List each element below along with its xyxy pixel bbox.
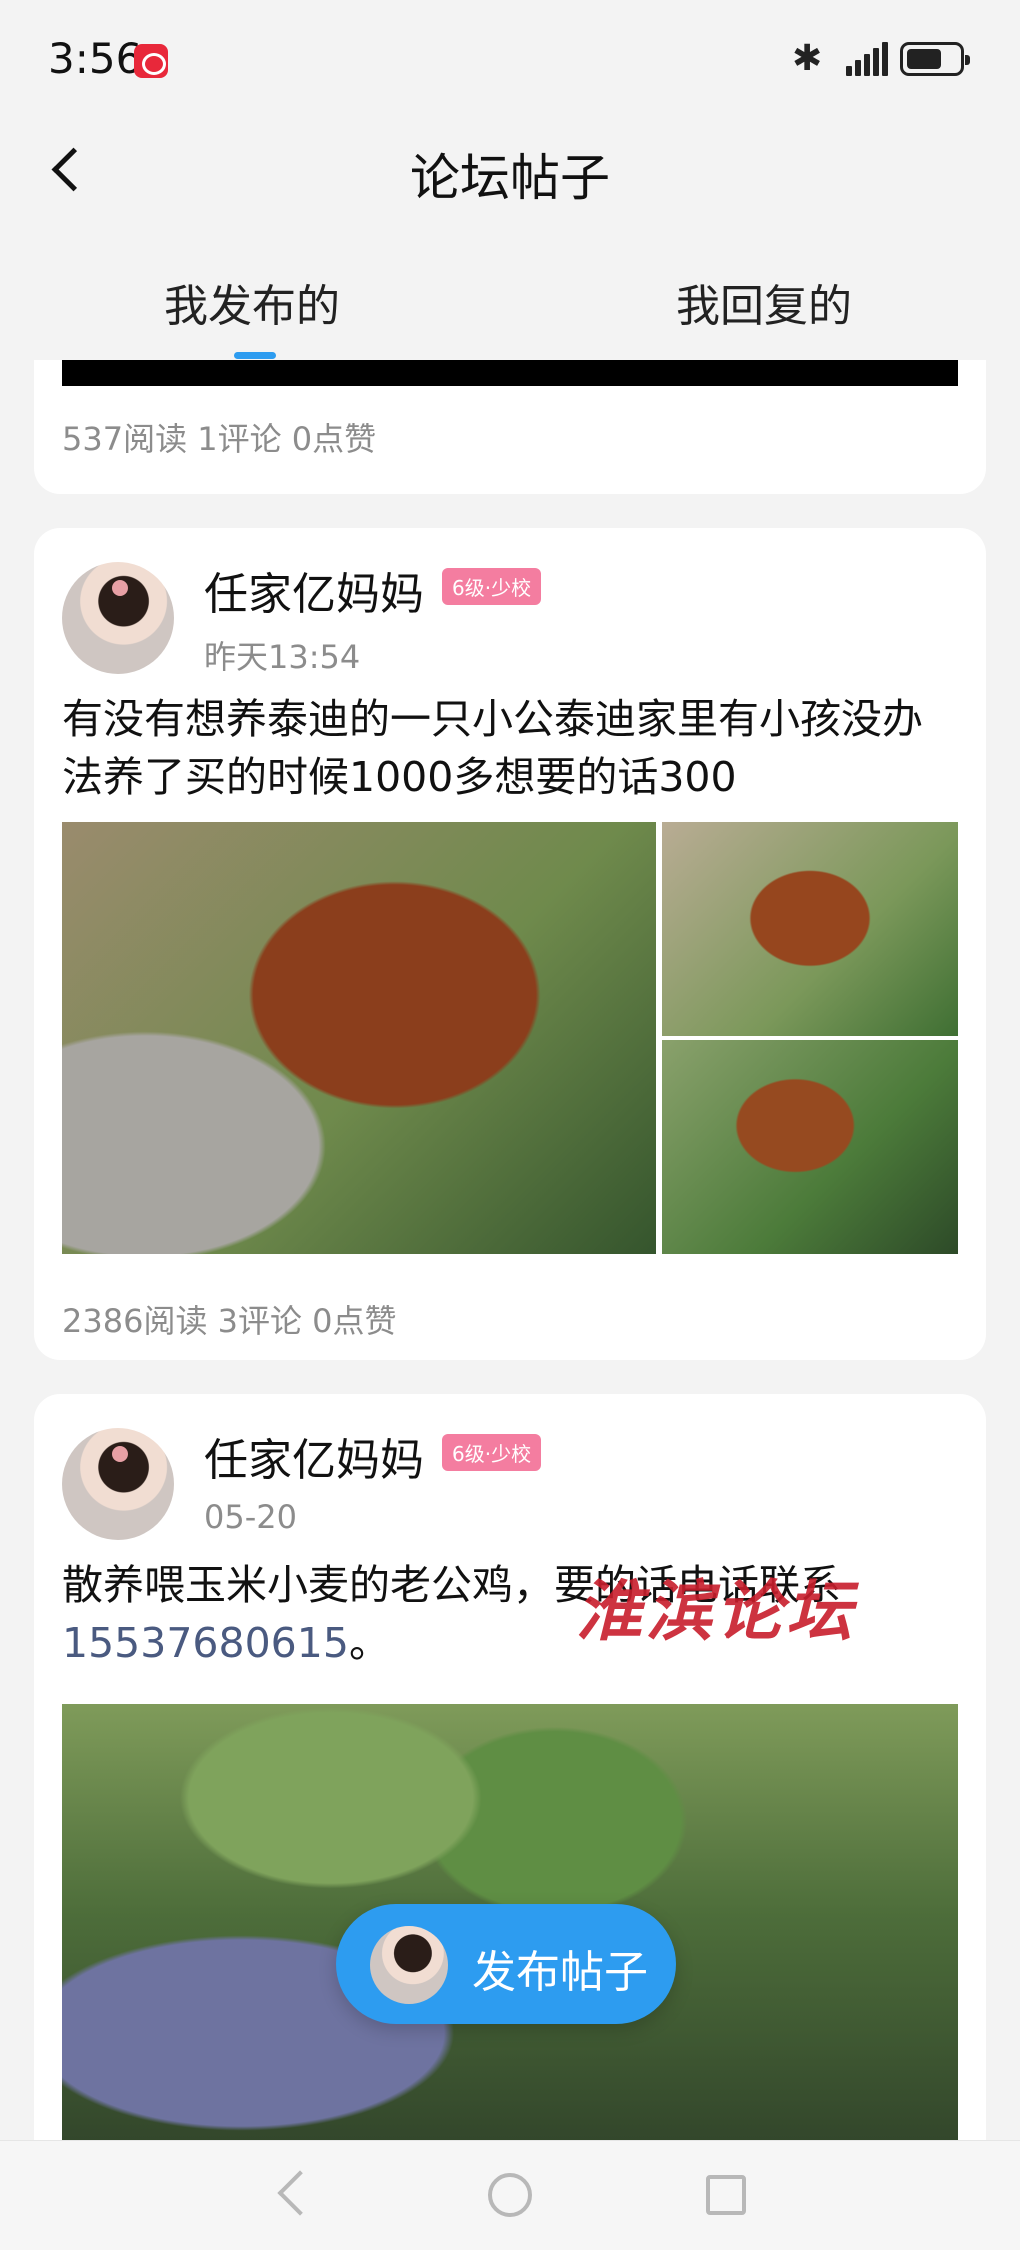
avatar [370, 1926, 448, 2004]
post-card[interactable]: 任家亿妈妈 6级·少校 昨天13:54 有没有想养泰迪的一只小公泰迪家里有小孩没… [34, 528, 986, 1360]
user-name[interactable]: 任家亿妈妈 [204, 558, 424, 622]
post-date: 昨天13:54 [204, 638, 361, 676]
post-stats: 2386阅读 3评论 0点赞 [62, 1302, 397, 1340]
tab-my-posts[interactable]: 我发布的 [164, 270, 340, 334]
system-back-icon[interactable] [270, 2171, 318, 2219]
avatar[interactable] [62, 562, 174, 674]
post-card[interactable]: 537阅读 1评论 0点赞 [34, 360, 986, 494]
phone-link[interactable]: 15537680615 [62, 1619, 349, 1667]
app-notification-icon [134, 44, 168, 78]
post-image[interactable] [662, 1040, 958, 1254]
post-image[interactable] [662, 822, 958, 1036]
battery-icon [900, 42, 970, 76]
system-home-icon[interactable] [488, 2173, 532, 2217]
publish-post-label: 发布帖子 [472, 1947, 648, 1998]
post-text[interactable]: 有没有想养泰迪的一只小公泰迪家里有小孩没办法养了买的时候1000多想要的话300 [62, 690, 958, 806]
avatar[interactable] [62, 1428, 174, 1540]
post-text-end: 。 [348, 1619, 390, 1667]
publish-post-button[interactable]: 发布帖子 [336, 1904, 676, 2024]
status-time: 3:56 [48, 34, 143, 83]
level-badge: 6级·少校 [442, 568, 542, 605]
user-name[interactable]: 任家亿妈妈 [204, 1424, 424, 1488]
post-image[interactable] [62, 822, 656, 1254]
system-nav-bar [0, 2140, 1020, 2250]
post-stats: 537阅读 1评论 0点赞 [62, 420, 377, 458]
post-date: 05-20 [204, 1498, 297, 1536]
bluetooth-icon: ✱ [792, 38, 823, 79]
nav-bar: 论坛帖子 [0, 120, 1020, 220]
page-title: 论坛帖子 [410, 149, 610, 207]
tab-active-indicator [234, 352, 276, 359]
post-card[interactable]: 任家亿妈妈 6级·少校 05-20 散养喂玉米小麦的老公鸡，要的话电话联系 155… [34, 1394, 986, 2140]
post-feed[interactable]: 537阅读 1评论 0点赞 任家亿妈妈 6级·少校 昨天13:54 有没有想养泰… [0, 360, 1020, 2140]
level-badge: 6级·少校 [442, 1434, 542, 1471]
signal-icon [846, 42, 890, 76]
tab-bar: 我发布的 我回复的 [0, 240, 1020, 360]
watermark: 淮滨论坛 [576, 1572, 856, 1650]
tab-my-replies[interactable]: 我回复的 [676, 270, 852, 334]
system-recents-icon[interactable] [706, 2175, 746, 2215]
status-bar: 3:56 ✱ [0, 0, 1020, 120]
post-image-strip [62, 360, 958, 386]
